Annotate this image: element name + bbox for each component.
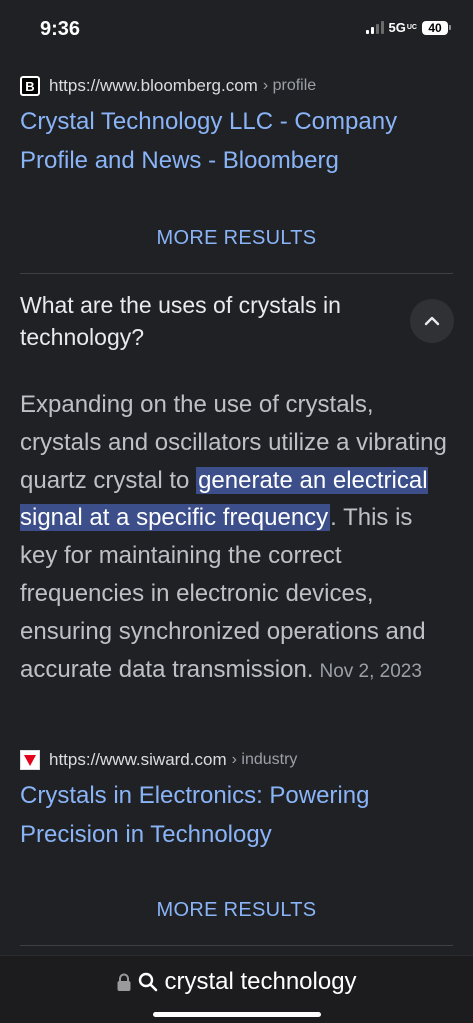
result-title-link[interactable]: Crystals in Electronics: Powering Precis…	[20, 776, 453, 854]
collapse-button[interactable]	[410, 299, 454, 343]
status-indicators: 5G UC 40	[365, 20, 451, 35]
result-source[interactable]: B https://www.bloomberg.com › profile	[20, 76, 453, 96]
address-bar[interactable]: crystal technology	[0, 955, 473, 1023]
address-field[interactable]: crystal technology	[0, 968, 473, 996]
answer-snippet: Expanding on the use of crystals, crysta…	[20, 386, 456, 690]
divider	[20, 945, 453, 946]
result-path: › industry	[231, 751, 298, 768]
result-title-line[interactable]: Crystal Technology LLC - Company	[20, 102, 453, 141]
status-time: 9:36	[40, 18, 81, 40]
status-bar: 9:36 5G UC 40	[0, 0, 473, 62]
lock-icon	[117, 973, 131, 991]
result-title-line[interactable]: Precision in Technology	[20, 815, 453, 854]
bloomberg-favicon-icon: B	[20, 76, 40, 96]
more-results-button[interactable]: MORE RESULTS	[0, 899, 473, 922]
result-title-line[interactable]: Crystals in Electronics: Powering	[20, 776, 453, 815]
battery-level: 40	[422, 20, 448, 35]
search-query[interactable]: crystal technology	[164, 968, 356, 996]
question-heading[interactable]: What are the uses of crystals in technol…	[20, 289, 395, 353]
more-results-button[interactable]: MORE RESULTS	[0, 227, 473, 250]
divider	[20, 273, 453, 274]
answer-text-end: . This is key for maintaining the correc…	[20, 504, 426, 683]
result-title-line[interactable]: Profile and News - Bloomberg	[20, 141, 453, 180]
siward-favicon-icon	[20, 750, 40, 770]
search-result-siward[interactable]: https://www.siward.com › industry Crysta…	[20, 750, 453, 854]
result-url: https://www.bloomberg.com	[49, 76, 258, 95]
search-result-bloomberg[interactable]: B https://www.bloomberg.com › profile Cr…	[20, 76, 453, 180]
battery-icon: 40	[422, 20, 451, 35]
chevron-up-icon	[424, 316, 440, 326]
home-indicator[interactable]	[153, 1012, 321, 1017]
network-suffix: UC	[406, 24, 417, 31]
search-icon	[139, 972, 158, 992]
answer-date: Nov 2, 2023	[319, 660, 422, 682]
result-title-link[interactable]: Crystal Technology LLC - Company Profile…	[20, 102, 453, 180]
signal-icon	[365, 21, 384, 34]
result-path: › profile	[262, 77, 317, 94]
result-url: https://www.siward.com	[49, 750, 227, 769]
network-type: 5G	[388, 20, 406, 35]
network-indicator: 5G UC	[389, 20, 417, 35]
result-source[interactable]: https://www.siward.com › industry	[20, 750, 453, 770]
